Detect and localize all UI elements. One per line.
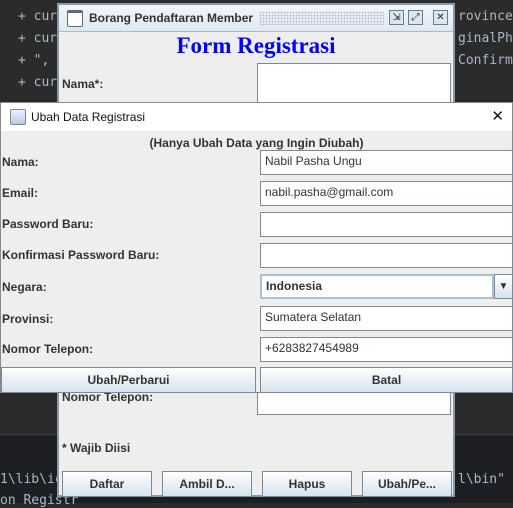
- window-icon: [67, 10, 83, 27]
- required-note: * Wajib Diisi: [62, 441, 131, 455]
- code-line: rovince: [458, 9, 513, 24]
- password-input[interactable]: [260, 212, 513, 237]
- confirm-password-label: Konfirmasi Password Baru:: [2, 248, 160, 262]
- code-line: ginalPho: [458, 31, 513, 46]
- nama-field[interactable]: [257, 63, 451, 103]
- nama-input[interactable]: Nabil Pasha Ungu: [260, 150, 513, 175]
- dialog-titlebar[interactable]: Ubah Data Registrasi ✕: [1, 103, 512, 131]
- code-line: ConfirmP: [458, 53, 513, 68]
- dialog-subtitle: (Hanya Ubah Data yang Ingin Diubah): [149, 136, 364, 150]
- telepon-input[interactable]: +6283827454989: [260, 337, 513, 362]
- nama-label: Nama*:: [62, 77, 104, 91]
- email-input[interactable]: nabil.pasha@gmail.com: [260, 181, 513, 206]
- edit-dialog: Ubah Data Registrasi ✕ (Hanya Ubah Data …: [0, 102, 513, 393]
- minimize-icon[interactable]: ⇲: [389, 10, 404, 25]
- provinsi-input[interactable]: Sumatera Selatan: [260, 306, 513, 331]
- dialog-title: Ubah Data Registrasi: [31, 110, 146, 124]
- main-window-title: Borang Pendaftaran Member: [89, 11, 254, 25]
- page-title: Form Registrasi: [176, 33, 336, 58]
- confirm-password-input[interactable]: [260, 243, 513, 268]
- negara-select[interactable]: Indonesia: [260, 274, 494, 299]
- email-label: Email:: [2, 186, 39, 200]
- maximize-icon[interactable]: ⤢: [408, 10, 423, 25]
- main-window-titlebar[interactable]: Borang Pendaftaran Member ⇲ ⤢ ✕: [59, 5, 453, 32]
- chevron-down-icon[interactable]: ▼: [494, 274, 513, 299]
- close-icon[interactable]: ✕: [433, 10, 448, 25]
- ubah-button[interactable]: Ubah/Pe...: [362, 471, 452, 497]
- negara-label: Negara:: [2, 280, 47, 294]
- update-button[interactable]: Ubah/Perbarui: [1, 367, 256, 393]
- daftar-button[interactable]: Daftar: [62, 471, 152, 497]
- ambil-data-button[interactable]: Ambil D...: [162, 471, 252, 497]
- terminal-line: l\bin" -: [458, 472, 513, 487]
- code-line: + ",: [18, 53, 50, 68]
- code-line: + cur: [18, 9, 58, 24]
- code-line: + cur: [18, 31, 58, 46]
- telepon-label: Nomor Telepon:: [2, 342, 94, 356]
- nama-label: Nama:: [2, 155, 39, 169]
- code-line: + cur: [18, 75, 58, 90]
- titlebar-texture: [259, 11, 384, 25]
- provinsi-label: Provinsi:: [2, 312, 54, 326]
- close-icon[interactable]: ✕: [491, 107, 504, 125]
- password-label: Password Baru:: [2, 217, 94, 231]
- hapus-button[interactable]: Hapus: [262, 471, 352, 497]
- java-icon: [10, 109, 26, 125]
- terminal-line: 1\lib\ic: [0, 472, 63, 487]
- cancel-button[interactable]: Batal: [260, 367, 513, 393]
